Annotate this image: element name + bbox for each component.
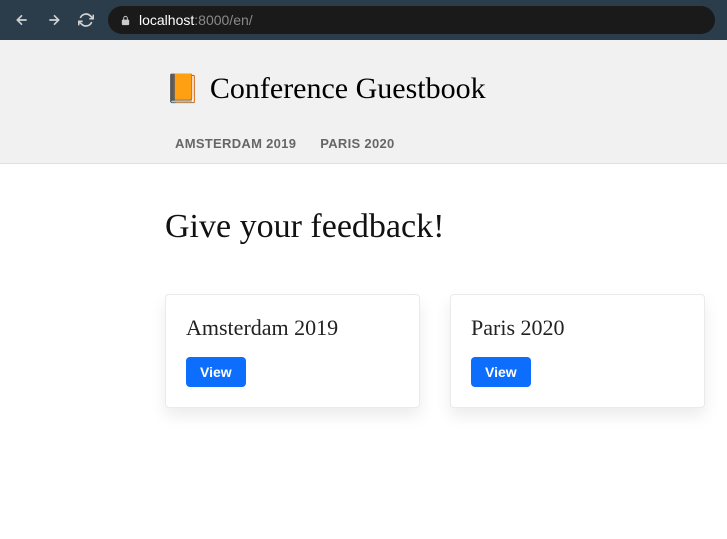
url-path: :8000/en/ xyxy=(194,12,252,28)
nav-link-amsterdam[interactable]: AMSTERDAM 2019 xyxy=(175,136,296,151)
conference-card: Amsterdam 2019 View xyxy=(165,294,420,408)
reload-button[interactable] xyxy=(76,10,96,30)
page-header: 📙 Conference Guestbook AMSTERDAM 2019 PA… xyxy=(0,40,727,164)
conference-card: Paris 2020 View xyxy=(450,294,705,408)
back-button[interactable] xyxy=(12,10,32,30)
main-content: Give your feedback! Amsterdam 2019 View … xyxy=(0,164,727,408)
view-button[interactable]: View xyxy=(471,357,531,387)
site-title: 📙 Conference Guestbook xyxy=(165,72,725,106)
feedback-heading: Give your feedback! xyxy=(165,208,725,246)
card-title: Amsterdam 2019 xyxy=(186,315,399,341)
book-icon: 📙 xyxy=(165,72,200,106)
cards-row: Amsterdam 2019 View Paris 2020 View xyxy=(165,294,725,408)
lock-icon xyxy=(120,15,131,26)
site-title-text: Conference Guestbook xyxy=(210,72,486,106)
view-button[interactable]: View xyxy=(186,357,246,387)
card-title: Paris 2020 xyxy=(471,315,684,341)
url-host: localhost xyxy=(139,12,194,28)
address-bar[interactable]: localhost:8000/en/ xyxy=(108,6,715,34)
nav-link-paris[interactable]: PARIS 2020 xyxy=(320,136,394,151)
nav-links: AMSTERDAM 2019 PARIS 2020 xyxy=(165,136,725,163)
forward-button[interactable] xyxy=(44,10,64,30)
browser-chrome: localhost:8000/en/ xyxy=(0,0,727,40)
url-text: localhost:8000/en/ xyxy=(139,12,253,28)
